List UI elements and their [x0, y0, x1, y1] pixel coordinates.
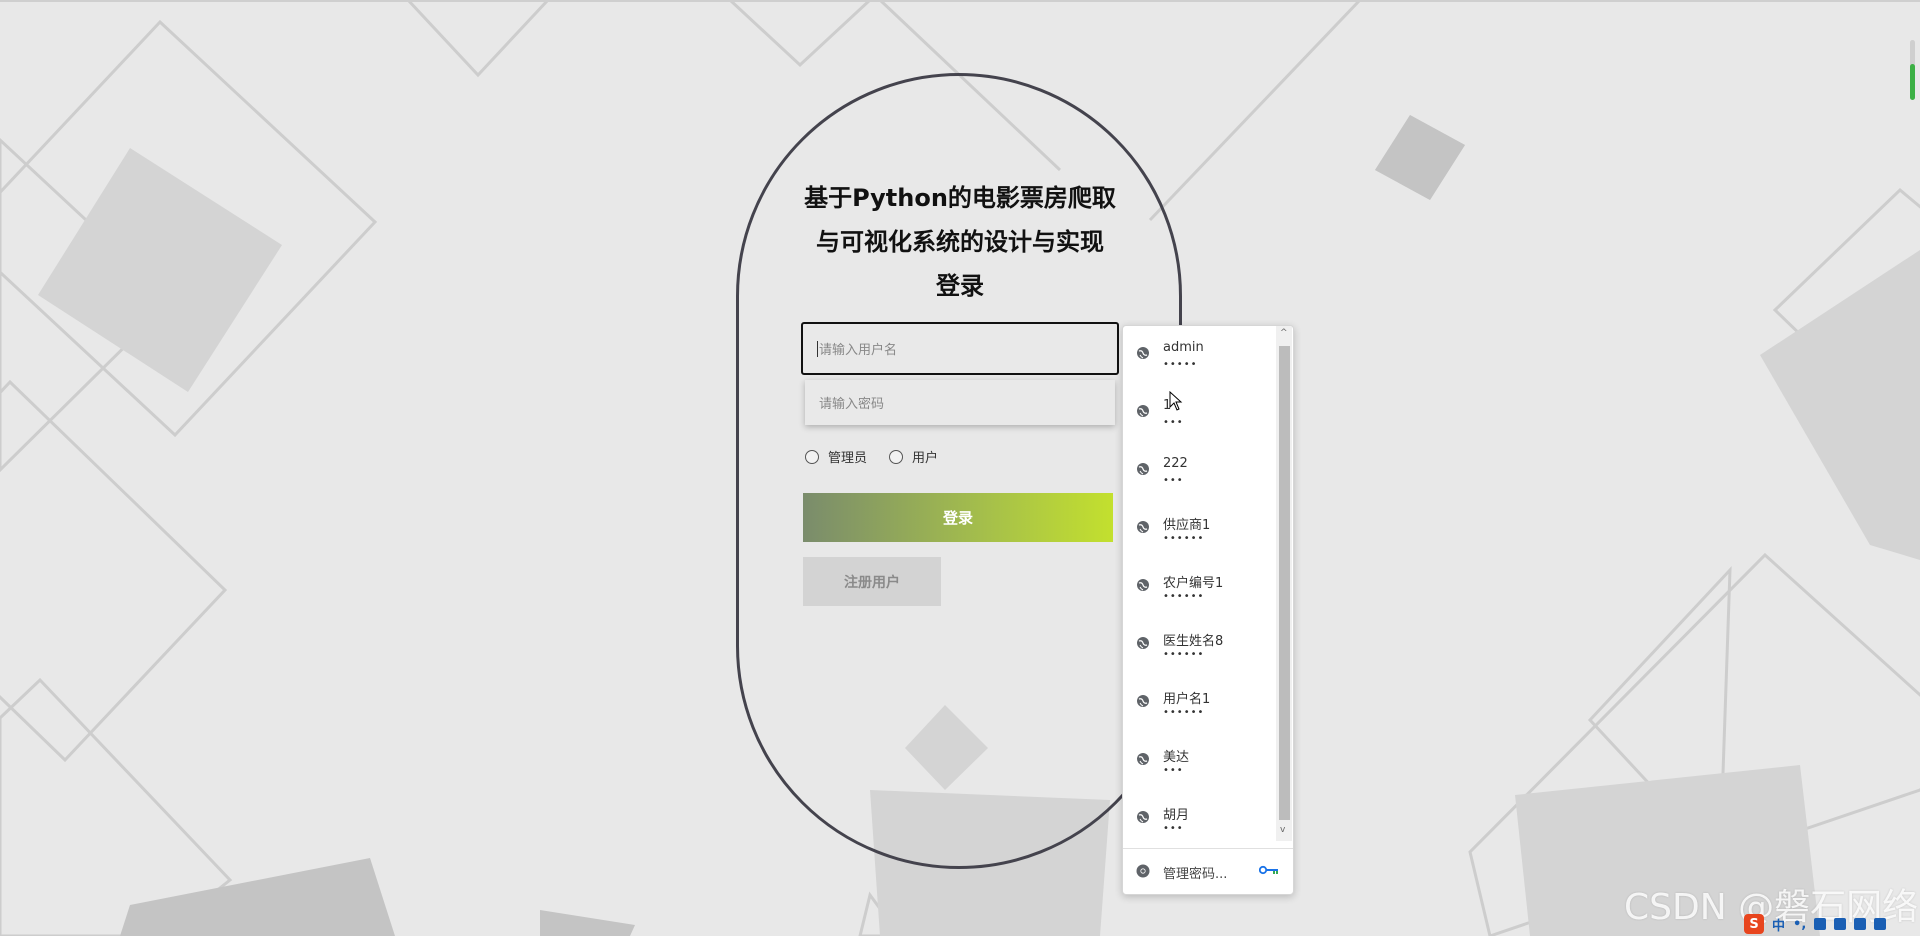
- autofill-password-mask: ••••••: [1163, 649, 1205, 660]
- password-input[interactable]: 请输入密码: [805, 380, 1115, 425]
- toolbox-icon[interactable]: [1874, 918, 1887, 930]
- username-placeholder: 请输入用户名: [819, 343, 898, 358]
- autofill-password-mask: •••: [1163, 417, 1184, 428]
- globe-icon: [1137, 463, 1149, 475]
- skin-icon[interactable]: [1854, 918, 1867, 930]
- globe-icon: [1137, 347, 1149, 359]
- scroll-indicator-fill: [1910, 64, 1915, 100]
- autofill-item[interactable]: 用户名1 ••••••: [1123, 674, 1276, 732]
- autofill-username: admin: [1163, 340, 1204, 355]
- ime-toolbar: S 中 •,: [1740, 912, 1920, 936]
- autofill-dropdown: admin ••••• 1 ••• 222 ••• 供应商1 •••••• 农户编号1 •••••…: [1122, 325, 1294, 895]
- manage-passwords-item[interactable]: 管理密码...: [1123, 848, 1293, 894]
- role-admin-radio[interactable]: [805, 449, 819, 464]
- ime-punctuation[interactable]: •,: [1793, 917, 1806, 932]
- register-button[interactable]: 注册用户: [803, 557, 941, 606]
- autofill-item[interactable]: admin •••••: [1123, 326, 1276, 384]
- autofill-password-mask: •••: [1163, 765, 1184, 776]
- chrome-icon: [1136, 864, 1150, 878]
- autofill-password-mask: ••••••: [1163, 533, 1205, 544]
- role-user-option[interactable]: 用户: [889, 447, 938, 466]
- top-border: [0, 0, 1920, 2]
- scroll-down-arrow[interactable]: v: [1280, 825, 1285, 835]
- role-user-radio[interactable]: [889, 449, 904, 464]
- title-line-2: 与可视化系统的设计与实现: [816, 228, 1104, 256]
- autofill-username: 胡月: [1163, 808, 1190, 823]
- autofill-password-mask: ••••••: [1163, 707, 1205, 718]
- role-admin-label: 管理员: [828, 451, 868, 466]
- scroll-up-arrow[interactable]: ^: [1280, 328, 1288, 338]
- autofill-username: 供应商1: [1163, 518, 1211, 533]
- keyboard-icon[interactable]: [1834, 918, 1847, 930]
- autofill-password-mask: •••: [1163, 475, 1184, 486]
- ime-language[interactable]: 中: [1772, 915, 1785, 934]
- password-placeholder: 请输入密码: [819, 397, 885, 412]
- scrollbar-thumb[interactable]: [1279, 346, 1290, 820]
- globe-icon: [1137, 579, 1149, 591]
- autofill-scrollbar[interactable]: ^ v: [1276, 326, 1292, 841]
- autofill-password-mask: •••••: [1163, 359, 1198, 370]
- title-line-3: 登录: [936, 272, 984, 300]
- autofill-item[interactable]: 美达 •••: [1123, 732, 1276, 790]
- page-title: 基于Python的电影票房爬取 与可视化系统的设计与实现 登录: [760, 176, 1160, 308]
- role-admin-option[interactable]: 管理员: [805, 447, 867, 466]
- globe-icon: [1137, 695, 1149, 707]
- login-button[interactable]: 登录: [803, 493, 1113, 542]
- username-input[interactable]: 请输入用户名: [801, 322, 1119, 375]
- globe-icon: [1137, 405, 1149, 417]
- autofill-username: 美达: [1163, 750, 1190, 765]
- key-icon: [1259, 865, 1278, 875]
- ime-logo-icon[interactable]: S: [1744, 914, 1764, 934]
- globe-icon: [1137, 811, 1149, 823]
- autofill-password-mask: ••••••: [1163, 591, 1205, 602]
- role-user-label: 用户: [912, 451, 939, 466]
- microphone-icon[interactable]: [1814, 918, 1827, 930]
- autofill-item[interactable]: 农户编号1 ••••••: [1123, 558, 1276, 616]
- scroll-indicator: [1910, 40, 1915, 100]
- title-line-1: 基于Python的电影票房爬取: [804, 184, 1116, 212]
- autofill-item[interactable]: 医生姓名8 ••••••: [1123, 616, 1276, 674]
- globe-icon: [1137, 753, 1149, 765]
- autofill-username: 医生姓名8: [1163, 634, 1224, 649]
- autofill-item[interactable]: 222 •••: [1123, 442, 1276, 500]
- globe-icon: [1137, 637, 1149, 649]
- manage-passwords-label: 管理密码...: [1163, 867, 1228, 882]
- autofill-password-mask: •••: [1163, 823, 1184, 834]
- autofill-item[interactable]: 胡月 •••: [1123, 790, 1276, 848]
- globe-icon: [1137, 521, 1149, 533]
- mouse-cursor-icon: [1169, 391, 1183, 411]
- autofill-username: 222: [1163, 456, 1188, 471]
- role-radio-group: 管理员 用户: [805, 447, 960, 466]
- autofill-list: admin ••••• 1 ••• 222 ••• 供应商1 •••••• 农户编号1 •••••…: [1123, 326, 1276, 848]
- autofill-username: 用户名1: [1163, 692, 1211, 707]
- autofill-item[interactable]: 供应商1 ••••••: [1123, 500, 1276, 558]
- autofill-username: 农户编号1: [1163, 576, 1224, 591]
- text-caret: [817, 340, 818, 357]
- autofill-item[interactable]: 1 •••: [1123, 384, 1276, 442]
